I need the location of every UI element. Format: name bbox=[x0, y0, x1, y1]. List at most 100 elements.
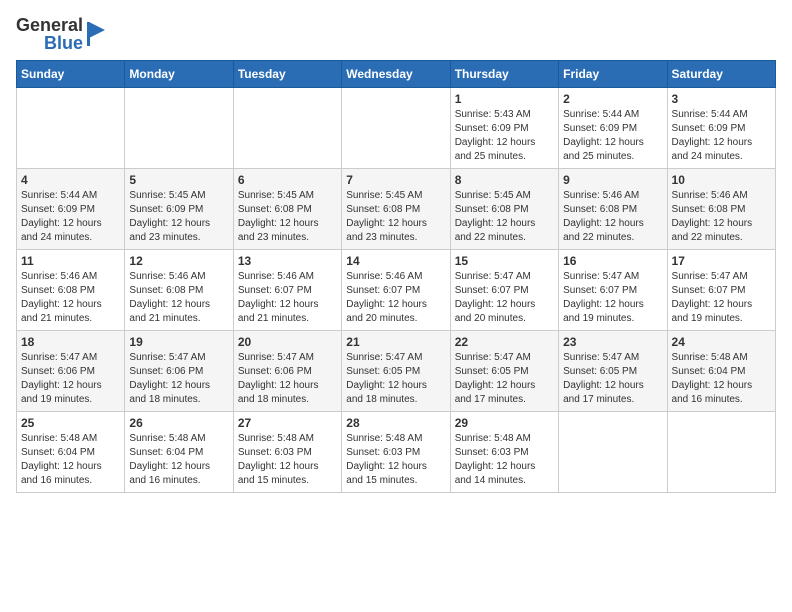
day-number: 9 bbox=[563, 173, 662, 187]
day-info: Sunrise: 5:48 AM Sunset: 6:03 PM Dayligh… bbox=[238, 432, 337, 488]
calendar-cell: 23 Sunrise: 5:47 AM Sunset: 6:05 PM Dayli… bbox=[559, 331, 667, 412]
page-header: General Blue bbox=[16, 16, 776, 52]
day-info: Sunrise: 5:46 AM Sunset: 6:07 PM Dayligh… bbox=[238, 270, 337, 326]
calendar-week-3: 11 Sunrise: 5:46 AM Sunset: 6:08 PM Dayli… bbox=[17, 250, 776, 331]
calendar-cell: 9Sunrise: 5:46 AM Sunset: 6:08 PM Daylig… bbox=[559, 169, 667, 250]
calendar-week-5: 25 Sunrise: 5:48 AM Sunset: 6:04 PM Dayli… bbox=[17, 412, 776, 493]
day-info: Sunrise: 5:47 AM Sunset: 6:05 PM Dayligh… bbox=[346, 351, 445, 407]
day-number: 18 bbox=[21, 335, 120, 349]
day-number: 10 bbox=[672, 173, 771, 187]
day-number: 1 bbox=[455, 92, 554, 106]
calendar-cell: 20Sunrise: 5:47 AM Sunset: 6:06 PM Dayli… bbox=[233, 331, 341, 412]
logo-blue-text: Blue bbox=[44, 34, 83, 52]
day-info: Sunrise: 5:47 AM Sunset: 6:07 PM Dayligh… bbox=[563, 270, 662, 326]
logo-general-text: General bbox=[16, 16, 83, 34]
calendar-cell: 1 Sunrise: 5:43 AM Sunset: 6:09 PM Daylig… bbox=[450, 88, 558, 169]
day-number: 26 bbox=[129, 416, 228, 430]
calendar-cell: 19Sunrise: 5:47 AM Sunset: 6:06 PM Dayli… bbox=[125, 331, 233, 412]
calendar-cell: 13 Sunrise: 5:46 AM Sunset: 6:07 PM Dayli… bbox=[233, 250, 341, 331]
day-number: 20 bbox=[238, 335, 337, 349]
calendar-cell bbox=[17, 88, 125, 169]
day-info: Sunrise: 5:48 AM Sunset: 6:04 PM Dayligh… bbox=[672, 351, 771, 407]
calendar-cell: 28 Sunrise: 5:48 AM Sunset: 6:03 PM Dayli… bbox=[342, 412, 450, 493]
day-info: Sunrise: 5:43 AM Sunset: 6:09 PM Dayligh… bbox=[455, 108, 554, 164]
calendar-cell: 2Sunrise: 5:44 AM Sunset: 6:09 PM Daylig… bbox=[559, 88, 667, 169]
day-number: 21 bbox=[346, 335, 445, 349]
day-number: 3 bbox=[672, 92, 771, 106]
calendar-cell: 29 Sunrise: 5:48 AM Sunset: 6:03 PM Dayli… bbox=[450, 412, 558, 493]
calendar-cell: 25 Sunrise: 5:48 AM Sunset: 6:04 PM Dayli… bbox=[17, 412, 125, 493]
calendar-cell bbox=[342, 88, 450, 169]
day-number: 5 bbox=[129, 173, 228, 187]
col-header-thursday: Thursday bbox=[450, 61, 558, 88]
day-info: Sunrise: 5:44 AM Sunset: 6:09 PM Dayligh… bbox=[21, 189, 120, 245]
day-info: Sunrise: 5:47 AM Sunset: 6:07 PM Dayligh… bbox=[672, 270, 771, 326]
calendar-cell: 22 Sunrise: 5:47 AM Sunset: 6:05 PM Dayli… bbox=[450, 331, 558, 412]
day-info: Sunrise: 5:47 AM Sunset: 6:06 PM Dayligh… bbox=[21, 351, 120, 407]
day-number: 7 bbox=[346, 173, 445, 187]
col-header-saturday: Saturday bbox=[667, 61, 775, 88]
day-number: 8 bbox=[455, 173, 554, 187]
day-number: 6 bbox=[238, 173, 337, 187]
col-header-friday: Friday bbox=[559, 61, 667, 88]
day-number: 4 bbox=[21, 173, 120, 187]
day-number: 22 bbox=[455, 335, 554, 349]
day-number: 25 bbox=[21, 416, 120, 430]
calendar-cell: 12 Sunrise: 5:46 AM Sunset: 6:08 PM Dayli… bbox=[125, 250, 233, 331]
day-number: 2 bbox=[563, 92, 662, 106]
day-number: 19 bbox=[129, 335, 228, 349]
calendar-cell bbox=[667, 412, 775, 493]
day-info: Sunrise: 5:45 AM Sunset: 6:08 PM Dayligh… bbox=[455, 189, 554, 245]
calendar-week-4: 18 Sunrise: 5:47 AM Sunset: 6:06 PM Dayli… bbox=[17, 331, 776, 412]
calendar-cell: 10 Sunrise: 5:46 AM Sunset: 6:08 PM Dayli… bbox=[667, 169, 775, 250]
col-header-wednesday: Wednesday bbox=[342, 61, 450, 88]
calendar-cell: 4 Sunrise: 5:44 AM Sunset: 6:09 PM Daylig… bbox=[17, 169, 125, 250]
calendar-cell: 11 Sunrise: 5:46 AM Sunset: 6:08 PM Dayli… bbox=[17, 250, 125, 331]
calendar-cell: 21 Sunrise: 5:47 AM Sunset: 6:05 PM Dayli… bbox=[342, 331, 450, 412]
calendar-week-2: 4 Sunrise: 5:44 AM Sunset: 6:09 PM Daylig… bbox=[17, 169, 776, 250]
day-info: Sunrise: 5:45 AM Sunset: 6:08 PM Dayligh… bbox=[238, 189, 337, 245]
day-number: 27 bbox=[238, 416, 337, 430]
day-number: 12 bbox=[129, 254, 228, 268]
day-info: Sunrise: 5:46 AM Sunset: 6:07 PM Dayligh… bbox=[346, 270, 445, 326]
day-info: Sunrise: 5:45 AM Sunset: 6:08 PM Dayligh… bbox=[346, 189, 445, 245]
day-number: 29 bbox=[455, 416, 554, 430]
day-number: 28 bbox=[346, 416, 445, 430]
calendar-cell: 15 Sunrise: 5:47 AM Sunset: 6:07 PM Dayli… bbox=[450, 250, 558, 331]
calendar-cell bbox=[233, 88, 341, 169]
calendar-cell bbox=[559, 412, 667, 493]
calendar-cell: 8 Sunrise: 5:45 AM Sunset: 6:08 PM Daylig… bbox=[450, 169, 558, 250]
calendar-header-row: SundayMondayTuesdayWednesdayThursdayFrid… bbox=[17, 61, 776, 88]
day-number: 13 bbox=[238, 254, 337, 268]
logo-flag-icon bbox=[85, 20, 107, 48]
col-header-tuesday: Tuesday bbox=[233, 61, 341, 88]
calendar-cell: 16 Sunrise: 5:47 AM Sunset: 6:07 PM Dayli… bbox=[559, 250, 667, 331]
day-info: Sunrise: 5:47 AM Sunset: 6:05 PM Dayligh… bbox=[563, 351, 662, 407]
day-info: Sunrise: 5:48 AM Sunset: 6:04 PM Dayligh… bbox=[129, 432, 228, 488]
day-info: Sunrise: 5:48 AM Sunset: 6:03 PM Dayligh… bbox=[455, 432, 554, 488]
day-info: Sunrise: 5:48 AM Sunset: 6:03 PM Dayligh… bbox=[346, 432, 445, 488]
calendar-table: SundayMondayTuesdayWednesdayThursdayFrid… bbox=[16, 60, 776, 493]
calendar-cell: 3Sunrise: 5:44 AM Sunset: 6:09 PM Daylig… bbox=[667, 88, 775, 169]
calendar-cell: 27 Sunrise: 5:48 AM Sunset: 6:03 PM Dayli… bbox=[233, 412, 341, 493]
calendar-cell: 24 Sunrise: 5:48 AM Sunset: 6:04 PM Dayli… bbox=[667, 331, 775, 412]
day-info: Sunrise: 5:47 AM Sunset: 6:07 PM Dayligh… bbox=[455, 270, 554, 326]
day-info: Sunrise: 5:46 AM Sunset: 6:08 PM Dayligh… bbox=[672, 189, 771, 245]
calendar-cell: 5 Sunrise: 5:45 AM Sunset: 6:09 PM Daylig… bbox=[125, 169, 233, 250]
calendar-cell: 6 Sunrise: 5:45 AM Sunset: 6:08 PM Daylig… bbox=[233, 169, 341, 250]
day-number: 15 bbox=[455, 254, 554, 268]
day-number: 14 bbox=[346, 254, 445, 268]
day-info: Sunrise: 5:46 AM Sunset: 6:08 PM Dayligh… bbox=[21, 270, 120, 326]
day-info: Sunrise: 5:45 AM Sunset: 6:09 PM Dayligh… bbox=[129, 189, 228, 245]
day-number: 11 bbox=[21, 254, 120, 268]
day-info: Sunrise: 5:46 AM Sunset: 6:08 PM Dayligh… bbox=[129, 270, 228, 326]
day-number: 16 bbox=[563, 254, 662, 268]
day-info: Sunrise: 5:48 AM Sunset: 6:04 PM Dayligh… bbox=[21, 432, 120, 488]
calendar-cell: 7 Sunrise: 5:45 AM Sunset: 6:08 PM Daylig… bbox=[342, 169, 450, 250]
day-number: 23 bbox=[563, 335, 662, 349]
col-header-monday: Monday bbox=[125, 61, 233, 88]
day-number: 17 bbox=[672, 254, 771, 268]
day-number: 24 bbox=[672, 335, 771, 349]
day-info: Sunrise: 5:47 AM Sunset: 6:05 PM Dayligh… bbox=[455, 351, 554, 407]
calendar-cell: 26 Sunrise: 5:48 AM Sunset: 6:04 PM Dayli… bbox=[125, 412, 233, 493]
